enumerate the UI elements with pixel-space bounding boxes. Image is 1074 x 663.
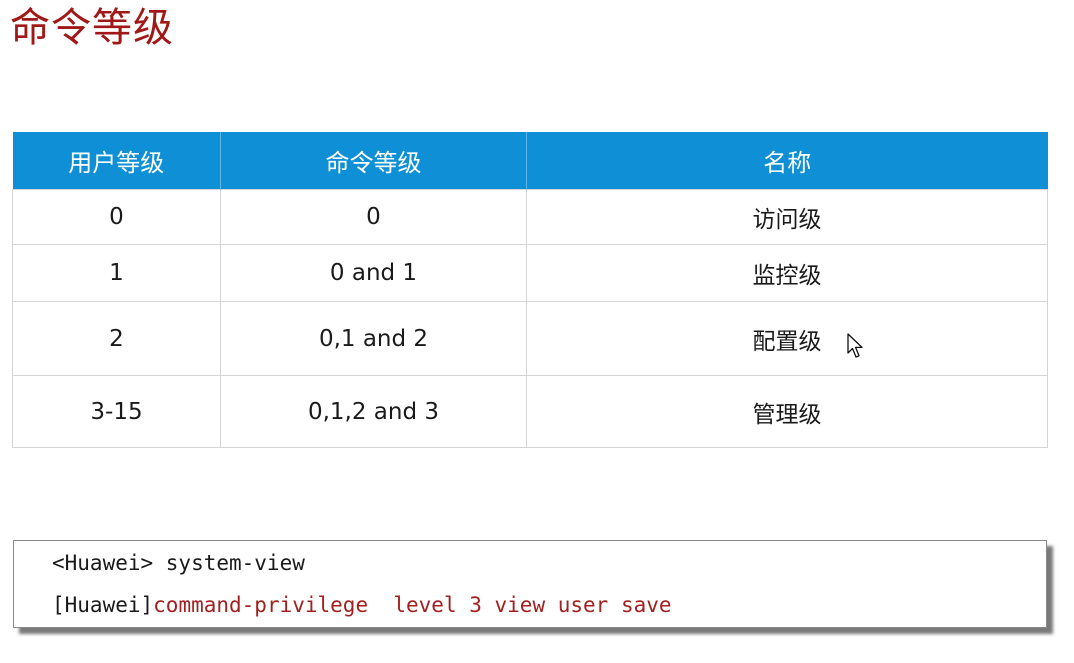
table-row: 2 0,1 and 2 配置级: [12, 301, 1048, 376]
cell-name: 管理级: [526, 375, 1048, 448]
header-name: 名称: [526, 132, 1048, 190]
cell-command-level: 0: [220, 189, 527, 245]
table-row: 1 0 and 1 监控级: [12, 244, 1048, 302]
privilege-level-table: 用户等级 命令等级 名称 0 0 访问级 1 0 and 1 监控级 2 0,1…: [12, 132, 1048, 448]
command-example-box: <Huawei> system-view [Huawei]command-pri…: [13, 540, 1047, 628]
code-line-system-view: <Huawei> system-view: [52, 551, 305, 575]
mouse-pointer-icon: [847, 333, 863, 358]
privilege-level-table-container: 用户等级 命令等级 名称 0 0 访问级 1 0 and 1 监控级 2 0,1…: [12, 132, 1048, 448]
cell-user-level: 1: [12, 244, 221, 302]
code-prompt: [Huawei]: [52, 593, 154, 617]
table-row: 0 0 访问级: [12, 189, 1048, 245]
cell-name: 配置级: [526, 301, 1048, 376]
cell-command-level: 0 and 1: [220, 244, 527, 302]
cell-name: 访问级: [526, 189, 1048, 245]
header-command-level: 命令等级: [220, 132, 527, 190]
cell-command-level: 0,1 and 2: [220, 301, 527, 376]
cell-user-level: 3-15: [12, 375, 221, 448]
table-row: 3-15 0,1,2 and 3 管理级: [12, 375, 1048, 448]
page-title: 命令等级: [10, 5, 174, 51]
code-command: command-privilege level 3 view user save: [153, 593, 672, 617]
table-header-row: 用户等级 命令等级 名称: [12, 132, 1048, 190]
cell-name: 监控级: [526, 244, 1048, 302]
cell-command-level: 0,1,2 and 3: [220, 375, 527, 448]
code-line-command-privilege: [Huawei]command-privilege level 3 view u…: [52, 593, 672, 617]
cell-user-level: 0: [12, 189, 221, 245]
header-user-level: 用户等级: [12, 132, 221, 190]
cell-user-level: 2: [12, 301, 221, 376]
